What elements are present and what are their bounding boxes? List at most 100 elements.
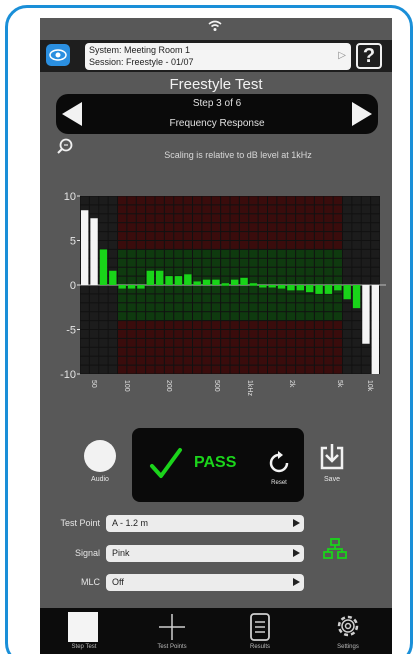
grid-cell xyxy=(296,258,305,267)
mlc-select[interactable]: Off xyxy=(106,574,304,591)
grid-cell xyxy=(333,338,342,347)
next-step-button[interactable] xyxy=(352,102,372,126)
grid-cell xyxy=(174,205,183,214)
response-bar xyxy=(352,285,361,309)
response-bar xyxy=(81,210,89,285)
gear-icon xyxy=(337,615,359,637)
grid-cell xyxy=(239,241,249,249)
network-icon[interactable] xyxy=(323,538,347,560)
grid-cell xyxy=(146,356,155,365)
system-session-selector[interactable]: System: Meeting Room 1 Session: Freestyl… xyxy=(85,43,351,70)
grid-cell xyxy=(324,330,333,338)
grid-cell xyxy=(183,321,192,329)
grid-cell xyxy=(305,223,314,232)
grid-cell xyxy=(211,321,221,329)
grid-cell xyxy=(239,321,249,329)
grid-cell xyxy=(361,249,371,258)
grid-cell xyxy=(99,205,108,214)
signal-select[interactable]: Pink xyxy=(106,545,304,562)
grid-cell xyxy=(305,321,314,329)
grid-cell xyxy=(249,196,258,205)
grid-cell xyxy=(164,294,174,303)
grid-cell xyxy=(80,196,89,205)
grid-cell xyxy=(324,294,333,303)
result-panel: PASS Reset xyxy=(132,428,304,502)
grid-cell xyxy=(164,356,174,365)
grid-cell xyxy=(268,356,277,365)
grid-cell xyxy=(127,196,136,205)
mlc-value: Off xyxy=(112,577,124,587)
grid-cell xyxy=(239,249,249,258)
grid-cell xyxy=(211,223,221,232)
grid-cell xyxy=(343,249,352,258)
grid-cell xyxy=(136,347,146,356)
grid-cell xyxy=(127,267,136,276)
tab-results[interactable]: Results xyxy=(216,608,304,654)
grid-cell xyxy=(230,347,239,356)
grid-cell xyxy=(202,303,211,312)
grid-cell xyxy=(333,330,342,338)
grid-cell xyxy=(202,285,211,294)
tab-test-points[interactable]: Test Points xyxy=(128,608,216,654)
grid-cell xyxy=(108,303,117,312)
help-button[interactable]: ? xyxy=(356,43,382,69)
grid-cell xyxy=(239,258,249,267)
save-icon[interactable] xyxy=(318,442,346,472)
grid-cell xyxy=(324,276,333,285)
grid-cell xyxy=(230,249,239,258)
test-point-select[interactable]: A - 1.2 m xyxy=(106,515,304,532)
grid-cell xyxy=(80,312,89,321)
grid-cell xyxy=(193,249,202,258)
grid-cell xyxy=(277,303,286,312)
zoom-icon[interactable] xyxy=(56,138,74,156)
grid-cell xyxy=(164,285,174,294)
grid-cell xyxy=(249,356,258,365)
grid-cell xyxy=(80,303,89,312)
grid-cell xyxy=(361,232,371,240)
grid-cell xyxy=(136,321,146,329)
grid-cell xyxy=(352,196,361,205)
grid-cell xyxy=(99,321,108,329)
grid-cell xyxy=(155,356,164,365)
grid-cell xyxy=(314,338,324,347)
grid-cell xyxy=(136,294,146,303)
grid-cell xyxy=(296,338,305,347)
y-tick-label: 5 xyxy=(70,236,76,248)
reset-icon[interactable] xyxy=(266,450,292,476)
grid-cell xyxy=(239,267,249,276)
grid-cell xyxy=(333,303,342,312)
response-bar xyxy=(362,285,370,344)
grid-cell xyxy=(193,356,202,365)
grid-cell xyxy=(239,365,249,374)
grid-cell xyxy=(258,241,267,249)
x-tick-label: 200 xyxy=(165,380,172,392)
audio-button[interactable] xyxy=(84,440,116,472)
grid-cell xyxy=(305,303,314,312)
grid-cell xyxy=(89,365,99,374)
response-bar xyxy=(146,270,154,285)
grid-cell xyxy=(146,347,155,356)
tab-step-test[interactable]: Step Test xyxy=(40,608,128,654)
grid-cell xyxy=(286,232,296,240)
grid-cell xyxy=(371,214,380,223)
app-logo[interactable] xyxy=(46,44,70,66)
grid-cell xyxy=(249,303,258,312)
grid-cell xyxy=(155,205,164,214)
grid-cell xyxy=(221,321,230,329)
grid-cell xyxy=(202,214,211,223)
grid-cell xyxy=(174,214,183,223)
grid-cell xyxy=(183,330,192,338)
grid-cell xyxy=(202,356,211,365)
grid-cell xyxy=(371,232,380,240)
step-navigator: Step 3 of 6 Frequency Response xyxy=(56,94,378,134)
grid-cell xyxy=(352,232,361,240)
tab-label: Test Points xyxy=(157,644,187,650)
grid-cell xyxy=(80,347,89,356)
response-bar xyxy=(212,279,220,285)
grid-cell xyxy=(361,196,371,205)
tab-settings[interactable]: Settings xyxy=(304,608,392,654)
grid-cell xyxy=(211,214,221,223)
grid-cell xyxy=(118,249,127,258)
grid-cell xyxy=(268,205,277,214)
grid-cell xyxy=(174,312,183,321)
